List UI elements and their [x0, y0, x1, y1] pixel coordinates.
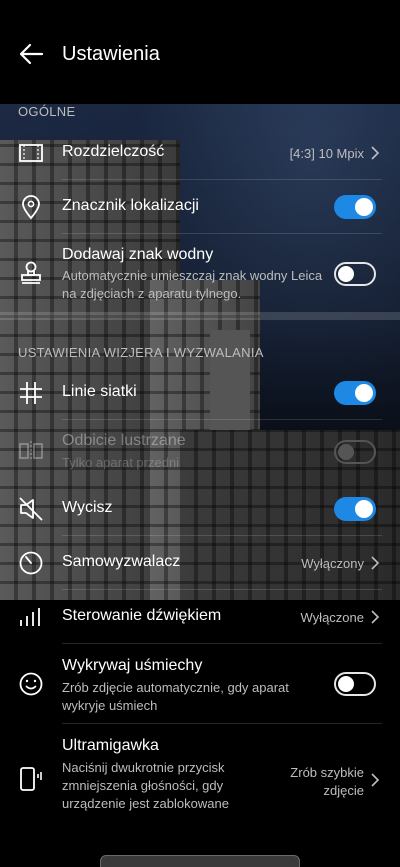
- setting-description: Naciśnij dwukrotnie przycisk zmniejszeni…: [62, 760, 229, 811]
- setting-value: Zrób szybkie zdjęcie: [290, 765, 364, 798]
- setting-label: Znacznik lokalizacji: [62, 197, 199, 214]
- bottom-action-button[interactable]: [100, 855, 300, 867]
- setting-label: Linie siatki: [62, 383, 137, 400]
- mute-icon: [19, 497, 43, 521]
- setting-value: Wyłączone: [300, 610, 364, 625]
- setting-label: Dodawaj znak wodny: [62, 246, 214, 263]
- stamp-icon: [21, 261, 41, 284]
- chevron-right-icon: [371, 556, 380, 570]
- setting-value: Wyłączony: [301, 556, 364, 571]
- setting-label: Wykrywaj uśmiechy: [62, 657, 203, 674]
- mute-toggle[interactable]: [334, 497, 376, 521]
- phone-icon: [20, 767, 42, 791]
- setting-description: Tylko aparat przedni: [62, 455, 180, 470]
- grid-icon: [20, 382, 42, 404]
- setting-resolution[interactable]: Rozdzielczość [4:3] 10 Mpix: [0, 126, 400, 180]
- setting-grid[interactable]: Linie siatki: [0, 366, 400, 420]
- setting-mirror: Odbicie lustrzane Tylko aparat przedni: [0, 420, 400, 482]
- setting-label: Sterowanie dźwiękiem: [62, 607, 222, 624]
- setting-smile[interactable]: Wykrywaj uśmiechy Zrób zdjęcie automatyc…: [0, 644, 400, 724]
- setting-description: Automatycznie umieszczaj znak wodny Leic…: [62, 268, 323, 301]
- setting-label: Wycisz: [62, 499, 113, 516]
- setting-ultrasnapshot[interactable]: Ultramigawka Naciśnij dwukrotnie przycis…: [0, 724, 400, 834]
- setting-label: Odbicie lustrzane: [62, 432, 186, 449]
- chevron-right-icon: [371, 773, 380, 787]
- mirror-icon: [19, 441, 43, 461]
- sound-bars-icon: [20, 608, 40, 626]
- setting-label: Ultramigawka: [62, 737, 159, 754]
- chevron-right-icon: [371, 146, 380, 160]
- watermark-toggle[interactable]: [334, 262, 376, 286]
- page-title: Ustawienia: [62, 43, 160, 65]
- timer-icon: [19, 551, 43, 575]
- separator-strip: [0, 312, 400, 320]
- setting-watermark[interactable]: Dodawaj znak wodny Automatycznie umieszc…: [0, 234, 400, 312]
- setting-mute[interactable]: Wycisz: [0, 482, 400, 536]
- back-arrow-icon[interactable]: [18, 42, 44, 66]
- top-bar: Ustawienia: [0, 0, 400, 104]
- setting-value: [4:3] 10 Mpix: [289, 146, 364, 161]
- location-pin-icon: [22, 195, 40, 220]
- grid-toggle[interactable]: [334, 381, 376, 405]
- setting-label: Rozdzielczość: [62, 143, 165, 160]
- section-header-viewfinder: USTAWIENIA WIZJERA I WYZWALANIA: [18, 345, 264, 360]
- setting-timer[interactable]: Samowyzwalacz Wyłączony: [0, 536, 400, 590]
- resolution-icon: [19, 144, 43, 162]
- setting-label: Samowyzwalacz: [62, 553, 181, 570]
- setting-sound-control[interactable]: Sterowanie dźwiękiem Wyłączone: [0, 590, 400, 644]
- chevron-right-icon: [371, 610, 380, 624]
- smile-icon: [19, 672, 43, 696]
- section-header-general: OGÓLNE: [18, 104, 76, 119]
- mirror-toggle: [334, 440, 376, 464]
- setting-location[interactable]: Znacznik lokalizacji: [0, 180, 400, 234]
- setting-description: Zrób zdjęcie automatycznie, gdy aparat w…: [62, 680, 289, 713]
- smile-toggle[interactable]: [334, 672, 376, 696]
- location-toggle[interactable]: [334, 195, 376, 219]
